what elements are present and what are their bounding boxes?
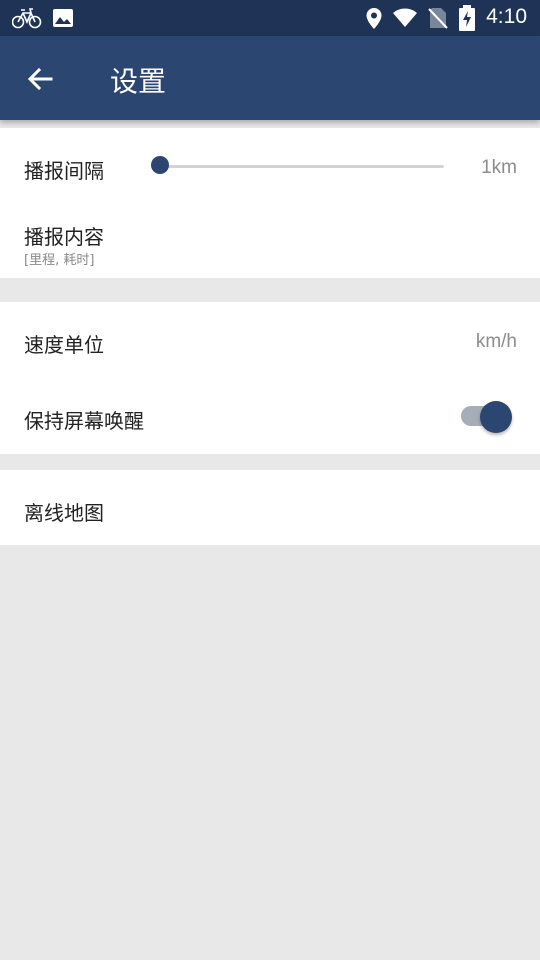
broadcast-interval-slider-thumb[interactable] bbox=[151, 156, 169, 174]
section-map: 离线地图 bbox=[0, 470, 540, 545]
offline-map-label: 离线地图 bbox=[24, 501, 104, 525]
page-title: 设置 bbox=[110, 65, 167, 98]
arrow-left-icon[interactable] bbox=[20, 58, 62, 100]
battery-charging-icon bbox=[459, 5, 475, 31]
broadcast-content-summary: [里程, 耗时] bbox=[24, 253, 95, 268]
speed-unit-row[interactable]: 速度单位 km/h bbox=[0, 302, 540, 380]
section-display: 速度单位 km/h 保持屏幕唤醒 bbox=[0, 302, 540, 454]
app-bar: 设置 bbox=[0, 36, 540, 120]
speed-unit-label: 速度单位 bbox=[24, 333, 104, 357]
status-bar: 4:10 bbox=[0, 0, 540, 36]
broadcast-interval-row[interactable]: 播报间隔 1km bbox=[0, 128, 540, 204]
broadcast-content-row[interactable]: 播报内容 [里程, 耗时] bbox=[0, 204, 540, 278]
status-time: 4:10 bbox=[486, 5, 527, 28]
keep-screen-awake-row[interactable]: 保持屏幕唤醒 bbox=[0, 380, 540, 454]
speed-unit-value: km/h bbox=[475, 331, 517, 352]
wifi-icon bbox=[393, 8, 417, 27]
broadcast-interval-label: 播报间隔 bbox=[24, 159, 104, 183]
section-broadcast: 播报间隔 1km 播报内容 [里程, 耗时] bbox=[0, 128, 540, 278]
broadcast-content-label: 播报内容 bbox=[24, 225, 104, 249]
bicycle-icon bbox=[12, 8, 42, 29]
broadcast-interval-slider-track[interactable] bbox=[160, 165, 444, 168]
location-icon bbox=[366, 8, 382, 29]
image-icon bbox=[53, 9, 73, 27]
keep-screen-awake-label: 保持屏幕唤醒 bbox=[24, 409, 144, 433]
keep-screen-awake-toggle-thumb[interactable] bbox=[480, 401, 512, 433]
no-sim-icon bbox=[428, 8, 448, 29]
offline-map-row[interactable]: 离线地图 bbox=[0, 470, 540, 545]
broadcast-interval-value: 1km bbox=[481, 157, 517, 178]
